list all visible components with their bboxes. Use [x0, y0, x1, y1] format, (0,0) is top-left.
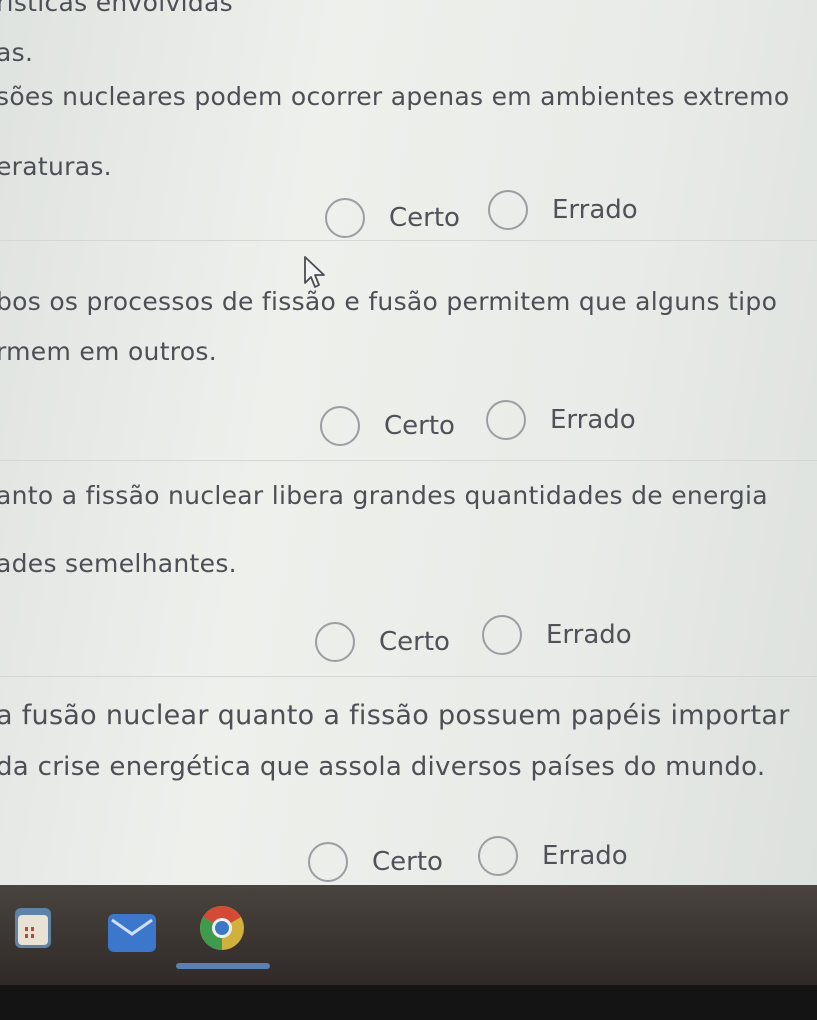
question-text: eraturas.: [0, 152, 112, 181]
option-certo-q4[interactable]: Certo: [308, 842, 443, 882]
radio-button[interactable]: [482, 615, 522, 655]
option-label: Certo: [384, 411, 455, 441]
option-label: Errado: [542, 841, 628, 871]
option-certo-q2[interactable]: Certo: [320, 406, 455, 446]
mail-app-icon[interactable]: [106, 910, 158, 958]
divider: [0, 240, 817, 241]
screen-bezel: [0, 985, 817, 1020]
divider: [0, 460, 817, 461]
option-label: Errado: [546, 620, 632, 650]
radio-button[interactable]: [488, 190, 528, 230]
option-errado-q4[interactable]: Errado: [478, 836, 628, 876]
files-app-icon[interactable]: [14, 907, 52, 953]
question-text: rísticas envolvidas: [0, 0, 233, 17]
option-label: Certo: [379, 627, 450, 657]
mouse-cursor-icon: [304, 256, 325, 288]
question-text: ades semelhantes.: [0, 549, 237, 578]
question-text: rmem em outros.: [0, 337, 217, 366]
radio-button[interactable]: [320, 406, 360, 446]
radio-button[interactable]: [308, 842, 348, 882]
option-certo-q1[interactable]: Certo: [325, 198, 460, 238]
question-text: da crise energética que assola diversos …: [0, 752, 766, 782]
radio-button[interactable]: [315, 622, 355, 662]
question-text: anto a fissão nuclear libera grandes qua…: [0, 481, 768, 510]
divider: [0, 676, 817, 677]
option-label: Certo: [372, 847, 443, 877]
radio-button[interactable]: [478, 836, 518, 876]
option-errado-q3[interactable]: Errado: [482, 615, 632, 655]
option-label: Errado: [552, 195, 638, 225]
radio-button[interactable]: [325, 198, 365, 238]
option-errado-q2[interactable]: Errado: [486, 400, 636, 440]
active-app-indicator: [176, 963, 270, 969]
option-errado-q1[interactable]: Errado: [488, 190, 638, 230]
quiz-page: rísticas envolvidas as. sões nucleares p…: [0, 0, 817, 890]
question-text: sões nucleares podem ocorrer apenas em a…: [0, 82, 790, 111]
question-text: a fusão nuclear quanto a fissão possuem …: [0, 700, 790, 731]
chrome-browser-icon[interactable]: [198, 904, 246, 956]
option-label: Certo: [389, 203, 460, 233]
question-text: as.: [0, 38, 34, 67]
radio-button[interactable]: [486, 400, 526, 440]
option-certo-q3[interactable]: Certo: [315, 622, 450, 662]
option-label: Errado: [550, 405, 636, 435]
question-text: bos os processos de fissão e fusão permi…: [0, 287, 778, 316]
